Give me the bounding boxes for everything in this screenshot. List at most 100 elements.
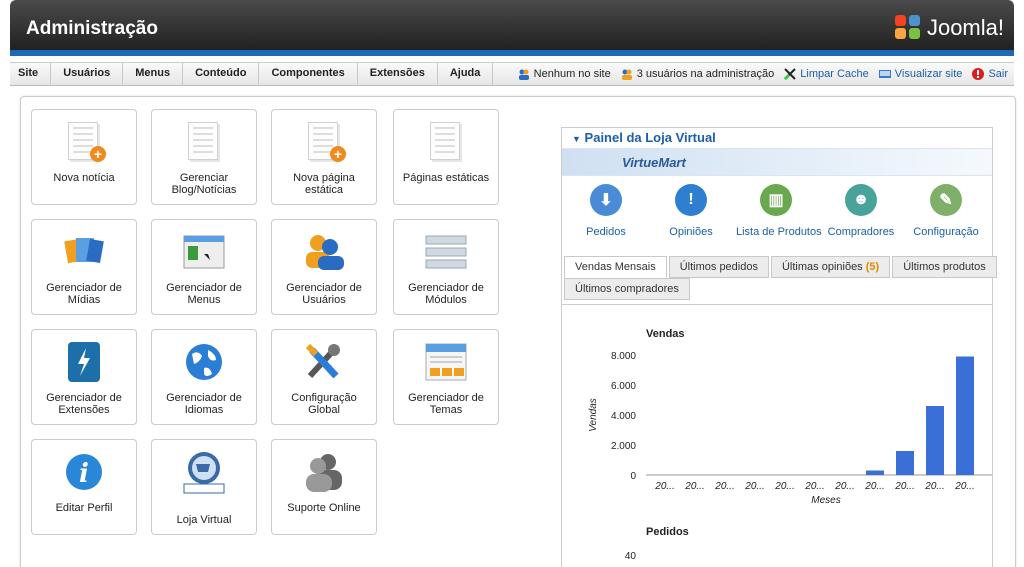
status-area: Nenhum no site 3 usuários na administraç… xyxy=(518,68,1014,80)
logout-link[interactable]: Sair xyxy=(972,68,1008,80)
quickicon-menu-manager[interactable]: Gerenciador de Menus xyxy=(151,219,257,315)
main-menu: Site Usuários Menus Conteúdo Componentes… xyxy=(10,62,1014,86)
quickicon-online-support[interactable]: Suporte Online xyxy=(271,439,377,535)
reviews-icon: ! xyxy=(675,184,707,216)
quickicon-language-manager[interactable]: Gerenciador de Idiomas xyxy=(151,329,257,425)
x-tick-label: 20... xyxy=(774,481,794,492)
vm-product-list-button[interactable]: ▥ Lista de Produtos xyxy=(736,184,822,238)
quickicon-label: Nova notícia xyxy=(53,172,115,184)
quickicon-extension-manager[interactable]: Gerenciador de Extensões xyxy=(31,329,137,425)
y-tick-label: 0 xyxy=(630,471,636,482)
quickicon-module-manager[interactable]: Gerenciador de Módulos xyxy=(393,219,499,315)
quickicon-template-manager[interactable]: Gerenciador de Temas xyxy=(393,329,499,425)
vm-tabs-row2: Últimos compradores xyxy=(564,278,690,300)
configuration-icon: ✎ xyxy=(930,184,962,216)
online-support-icon xyxy=(306,454,342,492)
tab-label: Últimos produtos xyxy=(903,261,986,273)
vm-icon-label: Configuração xyxy=(913,226,979,238)
quickicon-new-static-page[interactable]: + Nova página estática xyxy=(271,109,377,205)
quickicon-user-manager[interactable]: Gerenciador de Usuários xyxy=(271,219,377,315)
quickicon-edit-profile[interactable]: i Editar Perfil xyxy=(31,439,137,535)
admin-users-text: 3 usuários na administração xyxy=(636,68,775,80)
vm-configuration-button[interactable]: ✎ Configuração xyxy=(906,184,986,238)
y-tick-label: 2.000 xyxy=(611,441,636,452)
vm-panel-header[interactable]: ▼ Painel da Loja Virtual xyxy=(562,128,992,148)
quickicon-label: Gerenciador de Menus xyxy=(166,282,242,306)
y-tick-label: 4.000 xyxy=(611,411,636,422)
extension-manager-icon xyxy=(68,342,100,382)
clear-cache-label: Limpar Cache xyxy=(800,68,869,80)
x-tick-label: 20... xyxy=(804,481,824,492)
new-static-page-icon: + xyxy=(300,120,348,164)
tab-latest-orders[interactable]: Últimos pedidos xyxy=(668,256,769,278)
quickicon-label: Páginas estáticas xyxy=(402,172,490,184)
tab-label: Vendas Mensais xyxy=(575,261,656,273)
x-tick-label: 20... xyxy=(684,481,704,492)
quickicon-label: Gerenciador de Mídias xyxy=(46,282,122,306)
vm-shortcuts: ⬇ Pedidos ! Opiniões ▥ Lista de Produtos… xyxy=(562,176,992,254)
tab-latest-products[interactable]: Últimos produtos xyxy=(892,256,997,278)
quickicon-label: Gerenciador de Módulos xyxy=(408,282,484,306)
site-users-text: Nenhum no site xyxy=(533,68,611,80)
static-pages-icon xyxy=(422,120,470,164)
menu-site[interactable]: Site xyxy=(10,62,52,86)
vm-icon-label: Opiniões xyxy=(669,226,713,238)
chart-bar xyxy=(926,406,944,475)
menu-components[interactable]: Componentes xyxy=(259,62,358,86)
svg-text:i: i xyxy=(79,459,89,489)
review-count-badge: (5) xyxy=(865,261,880,273)
quickicon-label: Loja Virtual xyxy=(176,514,232,526)
quickicon-static-pages[interactable]: Páginas estáticas xyxy=(393,109,499,205)
sales-chart-area: Vendas 8.000 6.000 4.000 2.000 0 Vendas 20... 20… xyxy=(562,304,992,567)
admin-users-icon xyxy=(621,69,632,80)
menu-menus[interactable]: Menus xyxy=(123,62,184,86)
tab-monthly-sales[interactable]: Vendas Mensais xyxy=(564,256,667,278)
menu-users[interactable]: Usuários xyxy=(51,62,124,86)
quickicon-media-manager[interactable]: Gerenciador de Mídias xyxy=(31,219,137,315)
chart-bar xyxy=(896,451,914,475)
collapse-triangle-icon: ▼ xyxy=(572,134,581,144)
vm-reviews-button[interactable]: ! Opiniões xyxy=(651,184,731,238)
quickicon-label: Gerenciador de Temas xyxy=(408,392,484,416)
exclamation-icon xyxy=(972,68,985,80)
quickicon-label: Suporte Online xyxy=(287,502,361,514)
quickicon-new-article[interactable]: + Nova notícia xyxy=(31,109,137,205)
x-tick-label: 20... xyxy=(654,481,674,492)
x-tick-label: 20... xyxy=(954,481,974,492)
menu-help[interactable]: Ajuda xyxy=(438,62,494,86)
menu-content[interactable]: Conteúdo xyxy=(183,62,260,86)
admin-users-status: 3 usuários na administração xyxy=(621,68,775,80)
page-title: Administração xyxy=(26,18,158,39)
quickicon-label: Gerenciador de Extensões xyxy=(46,392,122,416)
quickicon-global-config[interactable]: Configuração Global xyxy=(271,329,377,425)
virtuemart-logo: VirtueMart xyxy=(622,155,686,170)
vm-shoppers-button[interactable]: ☻ Compradores xyxy=(821,184,901,238)
virtuemart-icon xyxy=(183,452,225,494)
menu-manager-icon xyxy=(183,235,225,269)
new-article-icon: + xyxy=(60,120,108,164)
quickicon-label: Gerenciador de Usuários xyxy=(286,282,362,306)
menu-extensions[interactable]: Extensões xyxy=(358,62,438,86)
brand-name: Joomla! xyxy=(926,15,1004,40)
tab-latest-shoppers[interactable]: Últimos compradores xyxy=(564,278,690,300)
edit-profile-icon: i xyxy=(66,454,102,490)
view-site-link[interactable]: Visualizar site xyxy=(878,68,962,80)
x-tick-label: 20... xyxy=(714,481,734,492)
quickicon-label: Gerenciar Blog/Notícias xyxy=(171,172,237,196)
y-tick-label: 6.000 xyxy=(611,381,636,392)
x-tick-label: 20... xyxy=(834,481,854,492)
clear-cache-link[interactable]: Limpar Cache xyxy=(784,68,869,80)
tab-label: Últimos pedidos xyxy=(679,261,758,273)
tab-latest-reviews[interactable]: Últimas opiniões (5) xyxy=(770,256,891,278)
quickicon-virtual-store[interactable]: Loja Virtual xyxy=(151,439,257,535)
vm-icon-label: Pedidos xyxy=(586,226,626,238)
joomla-logo: Joomla! xyxy=(894,15,1004,41)
sales-chart: Vendas 8.000 6.000 4.000 2.000 0 Vendas 20... 20… xyxy=(588,328,992,562)
article-manager-icon xyxy=(180,120,228,164)
chart-title: Vendas xyxy=(646,328,685,340)
header-accent-line xyxy=(10,50,1014,56)
vm-orders-button[interactable]: ⬇ Pedidos xyxy=(566,184,646,238)
vm-tabs-row1: Vendas Mensais Últimos pedidos Últimas o… xyxy=(564,256,997,278)
quickicon-article-manager[interactable]: Gerenciar Blog/Notícias xyxy=(151,109,257,205)
y-axis-label: Vendas xyxy=(588,398,599,432)
